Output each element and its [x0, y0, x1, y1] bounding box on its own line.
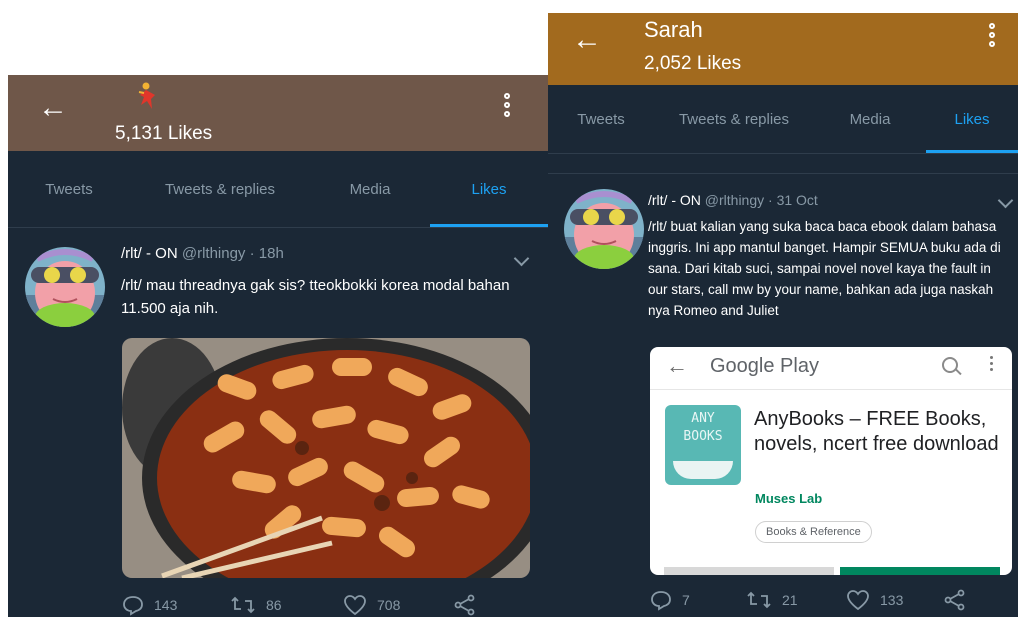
- share-button[interactable]: [454, 594, 486, 616]
- more-vert-icon[interactable]: [990, 356, 993, 374]
- google-play-card[interactable]: ← Google Play ANY BOOKS AnyBooks – FREE …: [650, 347, 1012, 575]
- share-icon: [454, 594, 475, 616]
- back-arrow-icon[interactable]: ←: [38, 93, 68, 123]
- tab-likes[interactable]: Likes: [430, 151, 548, 227]
- like-count: 708: [377, 597, 401, 613]
- like-count: 133: [880, 592, 904, 608]
- reply-count: 7: [682, 592, 690, 608]
- back-arrow-icon[interactable]: ←: [666, 353, 688, 379]
- profile-header: ← 5,131 Likes: [8, 75, 548, 151]
- tweet-time: · 31 Oct: [768, 192, 818, 208]
- tweet-header: /rlt/ - ON @rlthingy · 18h: [121, 245, 284, 262]
- share-icon: [944, 589, 965, 611]
- tab-tweets-replies[interactable]: Tweets & replies: [654, 85, 814, 153]
- avatar[interactable]: [564, 189, 644, 269]
- retweet-icon: [747, 591, 771, 609]
- tweet-actions: 143 86 708: [8, 594, 548, 617]
- like-button[interactable]: 133: [846, 589, 903, 611]
- profile-tabs: Tweets Tweets & replies Media Likes: [8, 151, 548, 227]
- reply-icon: [123, 596, 143, 616]
- likes-count: 2,052 Likes: [644, 53, 742, 74]
- divider: [548, 153, 1018, 154]
- retweet-count: 21: [782, 592, 798, 608]
- divider: [548, 173, 1018, 174]
- tweet-text: /rlt/ buat kalian yang suka baca baca eb…: [648, 219, 1001, 318]
- play-store-bar: ← Google Play: [650, 347, 1012, 390]
- back-arrow-icon[interactable]: ←: [572, 25, 602, 55]
- left-profile-screen: ← 5,131 Likes Tweets Tweets & replies Me…: [8, 75, 548, 617]
- tweet-photo[interactable]: [122, 338, 530, 578]
- tab-tweets[interactable]: Tweets: [548, 85, 654, 153]
- card-strip: [664, 567, 834, 575]
- tweet-time: · 18h: [249, 245, 284, 262]
- tweet-header: /rlt/ - ON @rlthingy · 31 Oct: [648, 192, 818, 208]
- app-name: AnyBooks – FREE Books, novels, ncert fre…: [754, 408, 999, 456]
- profile-tabs: Tweets Tweets & replies Media Likes: [548, 85, 1018, 153]
- tab-media[interactable]: Media: [310, 151, 430, 227]
- tweet-handle[interactable]: @rlthingy: [182, 245, 246, 262]
- more-vert-icon[interactable]: [504, 93, 510, 120]
- store-title: Google Play: [710, 355, 819, 377]
- tab-tweets[interactable]: Tweets: [8, 151, 130, 227]
- profile-header: ← Sarah 2,052 Likes: [548, 13, 1018, 85]
- tab-media[interactable]: Media: [814, 85, 926, 153]
- retweet-button[interactable]: 21: [746, 589, 798, 611]
- more-vert-icon[interactable]: [989, 23, 995, 50]
- share-button[interactable]: [944, 589, 976, 611]
- like-button[interactable]: 708: [343, 594, 400, 616]
- tweet-author[interactable]: /rlt/ - ON: [648, 192, 701, 208]
- app-icon-text: BOOKS: [683, 429, 723, 444]
- like-icon: [847, 590, 869, 611]
- tab-tweets-replies[interactable]: Tweets & replies: [130, 151, 310, 227]
- app-icon-text: ANY: [691, 411, 715, 426]
- tweet-text: /rlt/ mau threadnya gak sis? tteokbokki …: [121, 277, 510, 317]
- developer-name[interactable]: Muses Lab: [755, 491, 822, 506]
- retweet-button[interactable]: 86: [230, 594, 282, 616]
- tweet-handle[interactable]: @rlthingy: [705, 192, 764, 208]
- right-profile-screen: ← Sarah 2,052 Likes Tweets Tweets & repl…: [548, 13, 1018, 617]
- reply-count: 143: [154, 597, 178, 613]
- tab-likes[interactable]: Likes: [926, 85, 1018, 153]
- tweet-actions: 7 21 133: [548, 589, 1018, 613]
- chevron-down-icon[interactable]: [997, 192, 1014, 209]
- reply-icon: [651, 591, 671, 611]
- retweet-count: 86: [266, 597, 282, 613]
- likes-count: 5,131 Likes: [115, 123, 213, 144]
- reply-button[interactable]: 7: [650, 589, 690, 611]
- search-icon[interactable]: [942, 357, 958, 373]
- like-icon: [344, 595, 366, 616]
- avatar[interactable]: [25, 247, 105, 327]
- reply-button[interactable]: 143: [122, 594, 177, 616]
- install-strip: [840, 567, 1000, 575]
- dancer-emoji-icon: [138, 82, 155, 109]
- app-icon: ANY BOOKS: [665, 405, 741, 485]
- tweet-author[interactable]: /rlt/ - ON: [121, 245, 178, 262]
- retweet-icon: [231, 596, 255, 614]
- chevron-down-icon[interactable]: [513, 250, 530, 267]
- profile-name: Sarah: [644, 17, 703, 42]
- divider: [8, 227, 548, 228]
- category-chip[interactable]: Books & Reference: [755, 521, 872, 543]
